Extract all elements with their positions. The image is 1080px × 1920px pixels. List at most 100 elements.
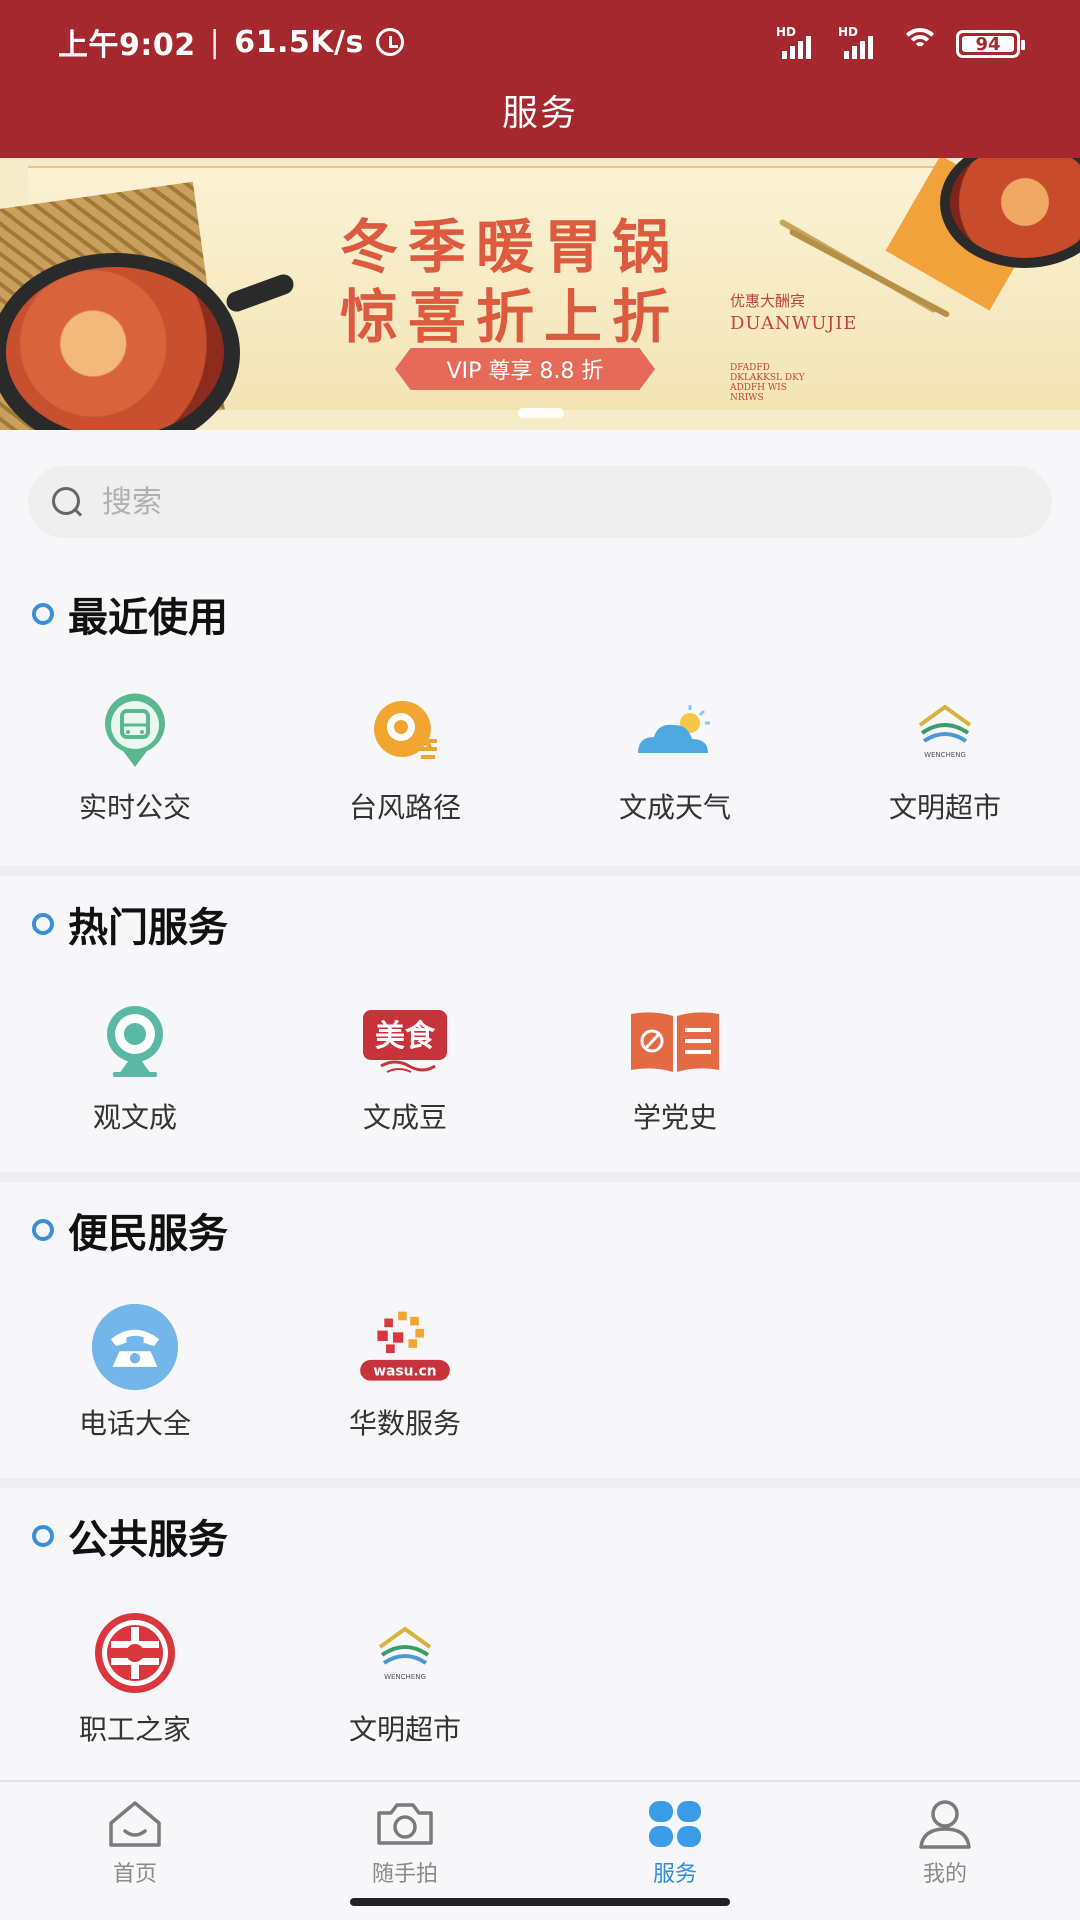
service-grid: 职工之家 WENCHENG 文明超市 (0, 1608, 1080, 1748)
service-tile-party-history[interactable]: 学党史 (540, 996, 810, 1136)
banner-brand-cn: 优惠大酬宾 (730, 292, 806, 310)
wasu-icon: wasu.cn (355, 1302, 455, 1392)
nav-label: 首页 (112, 1862, 157, 1887)
nav-label: 随手拍 (371, 1862, 438, 1887)
battery-level: 94 (975, 33, 1001, 55)
service-label: 文成天气 (618, 791, 731, 824)
banner-small-line: DFADFD (730, 363, 770, 373)
wencheng-logo-icon: WENCHENG (895, 686, 995, 776)
status-time: 上午9:02 (58, 28, 196, 63)
status-bar-left: 上午9:02 | 61.5K/s (58, 20, 404, 64)
service-label: 电话大全 (78, 1407, 191, 1440)
wifi-icon (900, 28, 940, 60)
service-label: 华数服务 (348, 1407, 461, 1440)
status-bar-right: HD HD 94 (776, 24, 1025, 64)
services-grid-icon (645, 1796, 705, 1852)
section-title-text: 公共服务 (68, 1517, 228, 1563)
promo-banner[interactable]: 冬季暖胃锅 惊喜折上折 VIP 尊享 8.8 折 优惠大酬宾 DUANWUJIE… (0, 158, 1080, 430)
service-tile-phonebook[interactable]: 电话大全 (0, 1302, 270, 1442)
service-tile-weather[interactable]: 文成天气 (540, 686, 810, 826)
service-label: 文明超市 (348, 1713, 461, 1746)
webcam-icon (85, 996, 185, 1086)
telephone-icon (85, 1302, 185, 1392)
service-grid: 观文成 美食 文成豆 学党史 (0, 996, 1080, 1136)
section-divider (0, 1478, 1080, 1488)
logo-wordmark: wasu.cn (373, 1363, 436, 1379)
service-label: 观文成 (92, 1101, 177, 1134)
service-tile-wasu[interactable]: wasu.cn 华数服务 (270, 1302, 540, 1442)
service-tile-civic-market[interactable]: WENCHENG 文明超市 (270, 1608, 540, 1748)
profile-icon (915, 1796, 975, 1852)
section-divider (0, 866, 1080, 876)
service-label: 文明超市 (888, 791, 1001, 824)
nav-home[interactable]: 首页 (0, 1796, 270, 1896)
service-tile-bus[interactable]: 实时公交 (0, 686, 270, 826)
service-grid: 电话大全 wasu.cn 华数服务 (0, 1302, 1080, 1442)
section-ring-icon (32, 1525, 54, 1547)
banner-headline-2: 惊喜折上折 (340, 283, 681, 351)
section-title: 热门服务 (32, 896, 228, 952)
status-speed: 61.5K/s (234, 24, 364, 60)
union-icon (85, 1608, 185, 1698)
service-label: 实时公交 (78, 791, 191, 824)
vip-ribbon: VIP 尊享 8.8 折 (395, 348, 655, 390)
service-label: 职工之家 (78, 1713, 191, 1746)
weather-icon (625, 686, 725, 776)
search-bar[interactable] (28, 466, 1052, 538)
nav-profile[interactable]: 我的 (810, 1796, 1080, 1896)
nav-snapshot[interactable]: 随手拍 (270, 1796, 540, 1896)
service-tile-typhoon[interactable]: 台风路径 (270, 686, 540, 826)
section-divider (0, 1172, 1080, 1182)
section-title: 公共服务 (32, 1508, 228, 1564)
nav-label: 服务 (652, 1862, 697, 1887)
bus-pin-icon (85, 686, 185, 776)
service-label: 台风路径 (348, 791, 461, 824)
wencheng-logo-icon: WENCHENG (355, 1608, 455, 1698)
typhoon-icon (355, 686, 455, 776)
service-tile-workers-home[interactable]: 职工之家 (0, 1608, 270, 1748)
search-input[interactable] (102, 484, 1002, 520)
section-title-text: 热门服务 (68, 905, 228, 951)
nav-label: 我的 (922, 1862, 967, 1887)
meishi-icon: 美食 (355, 996, 455, 1086)
banner-small-line: ADDFH WIS (730, 383, 787, 393)
carousel-indicator[interactable] (518, 408, 564, 418)
service-label: 文成豆 (362, 1101, 447, 1134)
alarm-icon (375, 28, 404, 56)
battery-icon: 94 (956, 30, 1025, 58)
section-convenience: 便民服务 电话大全 wasu.cn 华数服务 (0, 1202, 1080, 1472)
service-grid: 实时公交 台风路径 文成天气 WENCHENG 文明超市 (0, 686, 1080, 826)
section-ring-icon (32, 1219, 54, 1241)
service-tile-webcam[interactable]: 观文成 (0, 996, 270, 1136)
banner-small-text: DFADFD DKLAKKSL DKY ADDFH WIS NRIWS (730, 363, 850, 403)
home-icon (105, 1796, 165, 1852)
signal-icon: HD (838, 25, 884, 59)
status-separator: | (209, 24, 221, 60)
party-book-icon (625, 996, 725, 1086)
service-tile-wenchengdou[interactable]: 美食 文成豆 (270, 996, 540, 1136)
nav-services[interactable]: 服务 (540, 1796, 810, 1896)
service-tile-civic-market[interactable]: WENCHENG 文明超市 (810, 686, 1080, 826)
signal-icon: HD (776, 25, 822, 59)
logo-wordmark: WENCHENG (384, 1673, 426, 1681)
banner-small-line: NRIWS (730, 393, 764, 403)
banner-small-line: DKLAKKSL DKY (730, 373, 805, 383)
section-title-text: 最近使用 (68, 595, 228, 641)
search-icon (50, 485, 84, 519)
section-hot: 热门服务 观文成 美食 文成豆 学党史 (0, 896, 1080, 1166)
section-ring-icon (32, 603, 54, 625)
page-title: 服务 (501, 93, 578, 134)
logo-wordmark: WENCHENG (924, 751, 966, 759)
camera-icon (375, 1796, 435, 1852)
section-public: 公共服务 职工之家 WENCHENG 文明超市 (0, 1508, 1080, 1778)
section-ring-icon (32, 913, 54, 935)
logo-wordmark: 美食 (375, 1019, 436, 1054)
section-recent: 最近使用 实时公交 台风路径 文成天气 WENCHENG 文明超市 (0, 586, 1080, 866)
section-title-text: 便民服务 (68, 1211, 228, 1257)
banner-brand-en: DUANWUJIE (730, 313, 858, 334)
gesture-home-bar[interactable] (350, 1898, 730, 1906)
section-title: 最近使用 (32, 586, 228, 642)
section-title: 便民服务 (32, 1202, 228, 1258)
app-header: 上午9:02 | 61.5K/s HD HD 94 服务 (0, 0, 1080, 158)
service-label: 学党史 (632, 1101, 717, 1134)
